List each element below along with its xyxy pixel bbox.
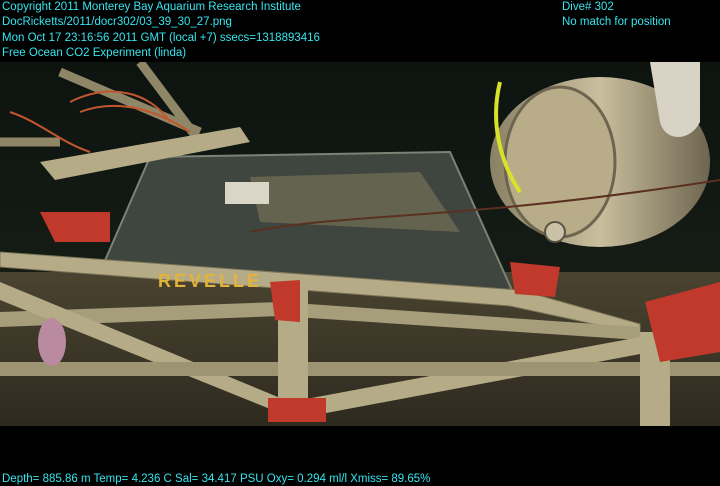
datetime-text: Mon Oct 17 23:16:56 2011 GMT (local +7) …	[2, 32, 320, 44]
frame-bottom-beam	[0, 362, 720, 376]
file-path-text: DocRicketts/2011/docr302/03_39_30_27.png	[2, 16, 232, 28]
scene-illustration: REVELLE	[0, 62, 720, 426]
housing-end-cap	[503, 85, 617, 239]
revelle-label: REVELLE	[158, 271, 262, 291]
sensor-readout-text: Depth= 885.86 m Temp= 4.236 C Sal= 34.41…	[2, 473, 431, 485]
white-block	[225, 182, 269, 204]
position-status-text: No match for position	[562, 16, 671, 28]
underwater-scene: REVELLE	[0, 62, 720, 426]
dive-number-text: Dive# 302	[562, 1, 614, 13]
fish	[38, 318, 66, 366]
copyright-text: Copyright 2011 Monterey Bay Aquarium Res…	[2, 1, 301, 13]
experiment-text: Free Ocean CO2 Experiment (linda)	[2, 47, 187, 59]
housing-connector	[544, 221, 566, 243]
